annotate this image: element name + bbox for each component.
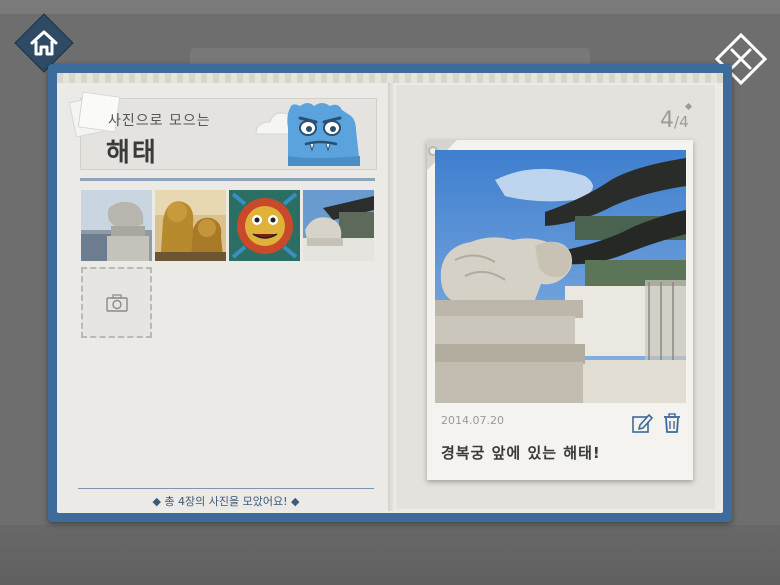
page-current: 4 bbox=[660, 108, 674, 133]
album-title: 해태 bbox=[106, 138, 158, 168]
trash-icon[interactable] bbox=[661, 412, 683, 434]
album-subtitle: 사진으로 모으는 bbox=[108, 113, 211, 129]
photo-caption: 경복궁 앞에 있는 해태! bbox=[441, 444, 601, 462]
album-footer-divider bbox=[78, 488, 374, 489]
camera-icon bbox=[106, 294, 128, 312]
photo-thumbnail[interactable] bbox=[229, 190, 300, 261]
background-top-bar bbox=[0, 0, 780, 14]
book-spine bbox=[388, 83, 396, 511]
album-header-divider bbox=[80, 178, 375, 181]
book-top-pattern bbox=[57, 73, 723, 83]
home-icon bbox=[30, 30, 58, 56]
page-indicator: 4/4 bbox=[660, 108, 689, 133]
album-photo-count: ◆ 총 4장의 사진을 모았어요! ◆ bbox=[152, 495, 300, 508]
photo-date: 2014.07.20 bbox=[441, 414, 504, 427]
photo-thumbnail[interactable] bbox=[155, 190, 226, 261]
photo-thumbnail[interactable] bbox=[303, 190, 374, 261]
background-floor bbox=[0, 525, 780, 585]
edit-icon[interactable] bbox=[631, 412, 653, 434]
home-button[interactable] bbox=[15, 14, 73, 72]
haetae-mascot-icon bbox=[255, 103, 360, 166]
photo-thumbnail[interactable] bbox=[81, 190, 152, 261]
page-total: 4 bbox=[679, 113, 689, 131]
add-photo-button[interactable] bbox=[81, 267, 152, 338]
main-photo[interactable] bbox=[435, 150, 686, 403]
